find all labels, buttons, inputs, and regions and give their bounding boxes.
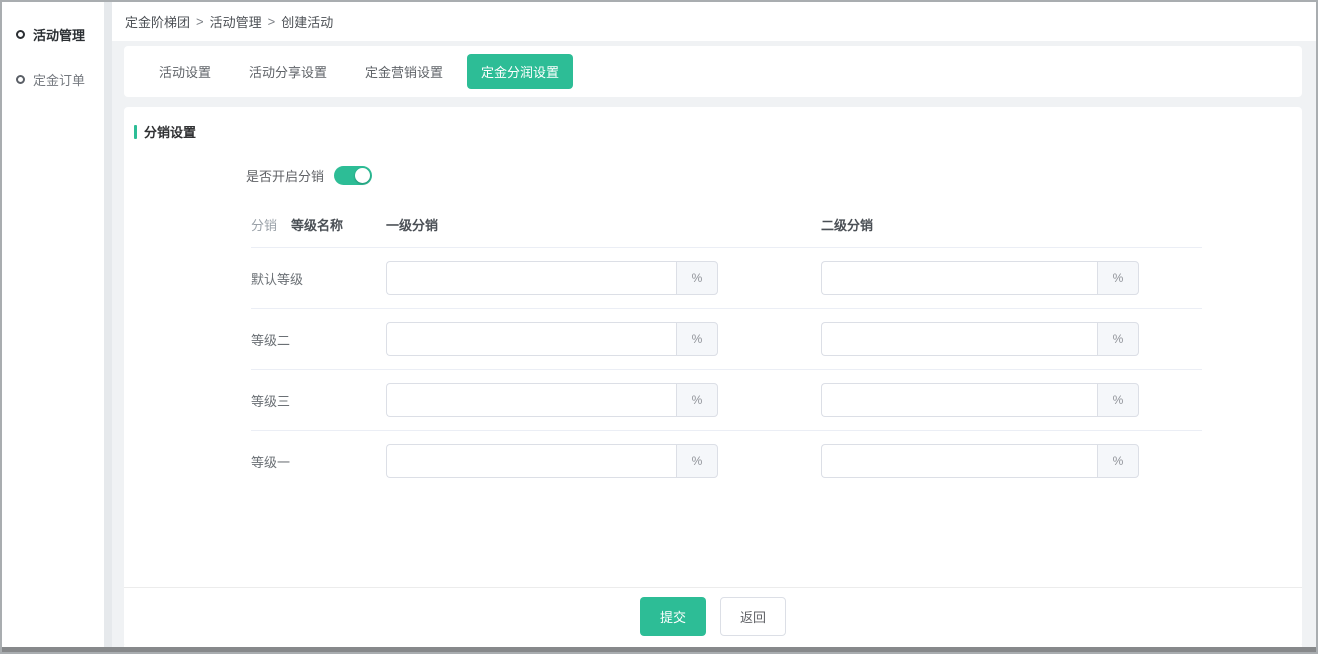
percent-suffix: % [1097, 444, 1139, 478]
sidebar-item-label: 活动管理 [33, 25, 85, 44]
level-label: 默认等级 [251, 269, 386, 288]
form-footer: 提交 返回 [124, 587, 1302, 647]
tab-activity-settings[interactable]: 活动设置 [145, 54, 225, 89]
table-row: 等级二 % % [251, 308, 1202, 369]
section-accent-bar [134, 125, 137, 139]
table-header-row: 分销 等级名称 一级分销 二级分销 [251, 215, 1202, 247]
sidebar: 活动管理 定金订单 [2, 2, 104, 647]
column-header-tier1: 一级分销 [386, 215, 821, 234]
level-label: 等级二 [251, 330, 386, 349]
breadcrumb-separator: > [196, 14, 204, 29]
tier2-rate-input[interactable] [821, 322, 1097, 356]
tab-deposit-profit-settings[interactable]: 定金分润设置 [467, 54, 573, 89]
tier1-rate-input[interactable] [386, 383, 676, 417]
row-group-label: 分销 [251, 215, 291, 234]
column-header-level: 等级名称 [291, 215, 386, 234]
sidebar-item-activity-management[interactable]: 活动管理 [2, 12, 104, 57]
percent-suffix: % [1097, 383, 1139, 417]
breadcrumb-item[interactable]: 定金阶梯团 [125, 12, 190, 31]
breadcrumb: 定金阶梯团 > 活动管理 > 创建活动 [112, 2, 1316, 41]
distribution-rate-table: 分销 等级名称 一级分销 二级分销 默认等级 % % [251, 215, 1202, 491]
tier2-rate-input[interactable] [821, 444, 1097, 478]
tab-deposit-marketing-settings[interactable]: 定金营销设置 [351, 54, 457, 89]
percent-suffix: % [1097, 261, 1139, 295]
tab-activity-share-settings[interactable]: 活动分享设置 [235, 54, 341, 89]
table-row: 等级一 % % [251, 430, 1202, 491]
enable-distribution-toggle[interactable] [334, 166, 372, 185]
toggle-knob [355, 168, 370, 183]
tier2-rate-input[interactable] [821, 261, 1097, 295]
enable-distribution-row: 是否开启分销 [246, 166, 1302, 185]
section-title: 分销设置 [144, 122, 196, 141]
submit-button[interactable]: 提交 [640, 597, 706, 636]
tier2-rate-field: % [821, 322, 1202, 356]
tier1-rate-field: % [386, 322, 821, 356]
app-window: 活动管理 定金订单 定金阶梯团 > 活动管理 > 创建活动 活动设置 活动分享设… [0, 0, 1318, 654]
percent-suffix: % [676, 261, 718, 295]
window-bottom-edge [2, 647, 1316, 652]
sidebar-divider [104, 2, 112, 647]
breadcrumb-item[interactable]: 活动管理 [210, 12, 262, 31]
content-area: 定金阶梯团 > 活动管理 > 创建活动 活动设置 活动分享设置 定金营销设置 定… [112, 2, 1316, 652]
toggle-label: 是否开启分销 [246, 166, 324, 185]
percent-suffix: % [1097, 322, 1139, 356]
tier1-rate-input[interactable] [386, 444, 676, 478]
percent-suffix: % [676, 322, 718, 356]
circle-icon [16, 30, 25, 39]
tab-bar: 活动设置 活动分享设置 定金营销设置 定金分润设置 [124, 46, 1302, 97]
breadcrumb-separator: > [268, 14, 276, 29]
level-label: 等级一 [251, 452, 386, 471]
tier1-rate-input[interactable] [386, 322, 676, 356]
sidebar-item-deposit-orders[interactable]: 定金订单 [2, 57, 104, 102]
sidebar-item-label: 定金订单 [33, 70, 85, 89]
section-header: 分销设置 [124, 107, 1302, 141]
tier1-rate-field: % [386, 444, 821, 478]
circle-icon [16, 75, 25, 84]
table-row: 默认等级 % % [251, 247, 1202, 308]
percent-suffix: % [676, 383, 718, 417]
level-label: 等级三 [251, 391, 386, 410]
back-button[interactable]: 返回 [720, 597, 786, 636]
tier1-rate-input[interactable] [386, 261, 676, 295]
tier2-rate-field: % [821, 444, 1202, 478]
tier1-rate-field: % [386, 383, 821, 417]
breadcrumb-item[interactable]: 创建活动 [281, 12, 333, 31]
tier2-rate-field: % [821, 383, 1202, 417]
tier1-rate-field: % [386, 261, 821, 295]
distribution-settings-card: 分销设置 是否开启分销 分销 等级名称 一级分销 二级分销 默认等级 [124, 107, 1302, 647]
table-row: 等级三 % % [251, 369, 1202, 430]
percent-suffix: % [676, 444, 718, 478]
tier2-rate-input[interactable] [821, 383, 1097, 417]
column-header-tier2: 二级分销 [821, 215, 1202, 234]
tier2-rate-field: % [821, 261, 1202, 295]
